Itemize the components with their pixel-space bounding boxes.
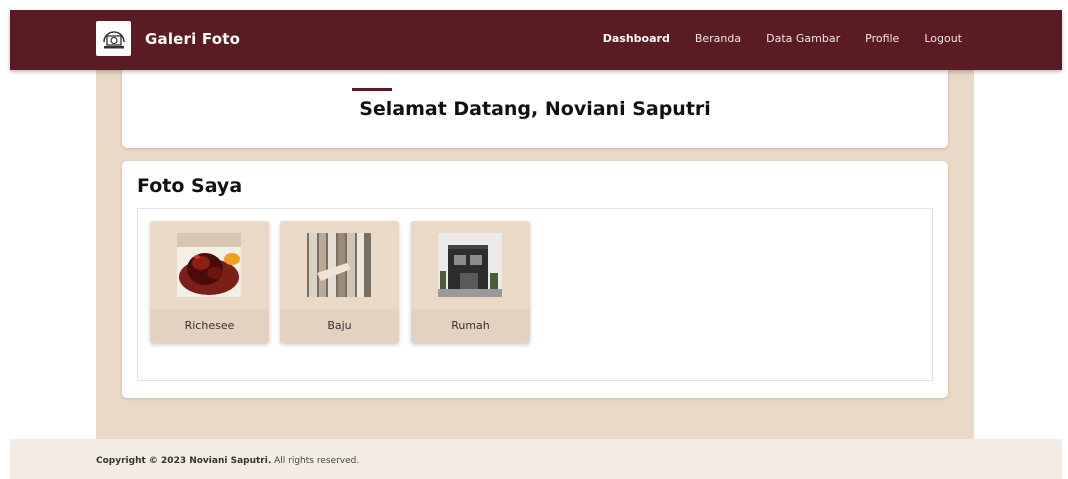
section-title: Foto Saya: [137, 175, 243, 197]
nav-profile[interactable]: Profile: [865, 32, 899, 45]
photo-thumbnail-house: [438, 233, 502, 297]
photo-grid: Richesee Baju Rumah: [137, 208, 933, 381]
camera-icon: [96, 21, 131, 56]
footer-rights: All rights reserved.: [274, 456, 360, 466]
photo-card-rumah[interactable]: Rumah: [411, 221, 530, 343]
nav-beranda[interactable]: Beranda: [695, 32, 741, 45]
nav-logout[interactable]: Logout: [924, 32, 962, 45]
my-photos-card: Foto Saya Richesee Baju Rumah: [122, 161, 948, 398]
footer-copyright: Copyright © 2023 Noviani Saputri.: [96, 456, 272, 466]
accent-line: [352, 88, 392, 91]
photo-thumbnail-clothes: [307, 233, 371, 297]
welcome-title: Selamat Datang, Noviani Saputri: [359, 98, 711, 120]
photo-label: Rumah: [411, 309, 530, 343]
photo-card-richesee[interactable]: Richesee: [150, 221, 269, 343]
brand[interactable]: Galeri Foto: [96, 21, 240, 56]
footer: Copyright © 2023 Noviani Saputri. All ri…: [10, 439, 1062, 479]
photo-card-baju[interactable]: Baju: [280, 221, 399, 343]
nav-links: Dashboard Beranda Data Gambar Profile Lo…: [603, 32, 962, 45]
footer-text: Copyright © 2023 Noviani Saputri. All ri…: [96, 456, 359, 466]
photo-label: Richesee: [150, 309, 269, 343]
nav-data-gambar[interactable]: Data Gambar: [766, 32, 840, 45]
navbar: Galeri Foto Dashboard Beranda Data Gamba…: [10, 10, 1062, 70]
photo-label: Baju: [280, 309, 399, 343]
welcome-card: Selamat Datang, Noviani Saputri: [122, 70, 948, 148]
nav-dashboard[interactable]: Dashboard: [603, 32, 670, 45]
photo-thumbnail-food: [177, 233, 241, 297]
brand-name: Galeri Foto: [145, 29, 241, 48]
